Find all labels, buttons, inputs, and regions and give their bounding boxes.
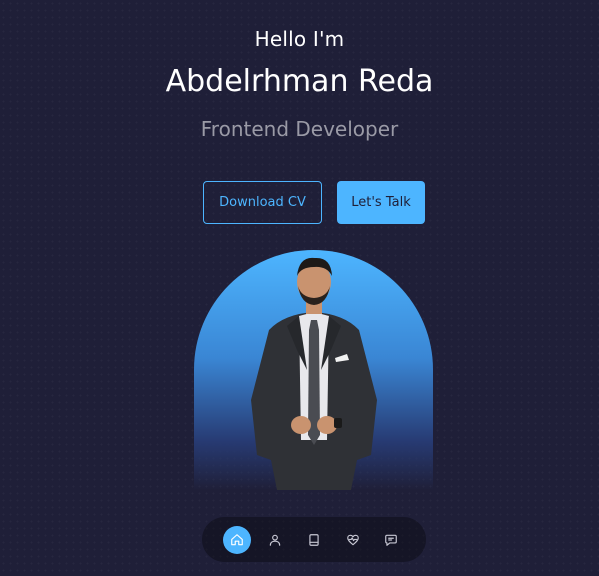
portrait-image <box>251 257 377 490</box>
lets-talk-button[interactable]: Let's Talk <box>337 181 425 224</box>
nav-services[interactable] <box>339 526 367 554</box>
role-subtitle: Frontend Developer <box>200 117 399 141</box>
book-icon <box>309 533 319 546</box>
heart-pulse-icon <box>346 534 359 545</box>
page-title: Abdelrhman Reda <box>165 64 434 99</box>
nav-home[interactable] <box>222 525 251 554</box>
nav-about[interactable] <box>261 526 289 554</box>
home-icon <box>230 533 243 545</box>
bottom-nav <box>202 517 426 562</box>
user-icon <box>270 534 281 546</box>
nav-contact[interactable] <box>377 526 405 554</box>
download-cv-button[interactable]: Download CV <box>203 181 322 224</box>
hero-portrait-frame <box>194 250 433 490</box>
greeting-text: Hello I'm <box>254 27 345 51</box>
message-icon <box>385 534 398 546</box>
nav-experience[interactable] <box>300 526 328 554</box>
